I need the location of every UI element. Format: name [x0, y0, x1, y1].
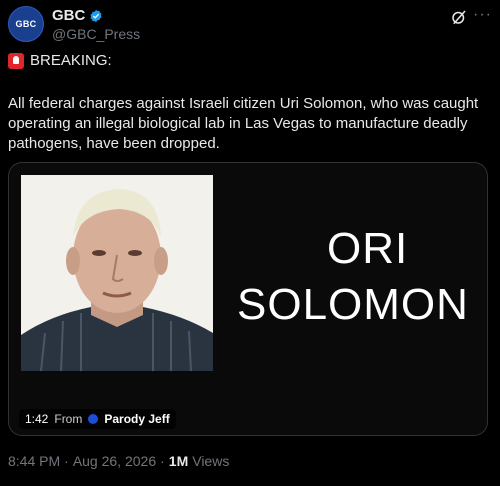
handle[interactable]: @GBC_Press: [52, 26, 140, 42]
views-label: Views: [192, 453, 230, 469]
portrait-image: [21, 175, 213, 371]
creator-name[interactable]: Parody Jeff: [104, 412, 169, 426]
meta-separator: ·: [64, 453, 69, 469]
verified-badge-icon: [90, 9, 102, 22]
avatar[interactable]: GBC: [8, 6, 44, 42]
meta-separator: ·: [160, 453, 165, 469]
video-media[interactable]: ORI SOLOMON 1:42 From Parody Jeff: [8, 162, 488, 436]
name-row: GBC: [52, 7, 103, 24]
siren-icon: [8, 52, 24, 69]
post-meta: 8:44 PM · Aug 26, 2026 · 1M Views: [8, 453, 229, 469]
breaking-line: BREAKING:: [8, 52, 112, 69]
grok-icon[interactable]: [450, 8, 468, 26]
post-time[interactable]: 8:44 PM: [8, 453, 60, 469]
creator-avatar-icon: [88, 414, 99, 424]
video-duration: 1:42: [25, 412, 49, 426]
display-name[interactable]: GBC: [52, 7, 85, 24]
headline: BREAKING:: [30, 52, 112, 69]
video-info-bar: 1:42 From Parody Jeff: [19, 409, 176, 429]
post-date[interactable]: Aug 26, 2026: [73, 453, 156, 469]
post-header: GBC GBC @GBC_Press ···: [8, 4, 492, 44]
overlay-line-1: ORI: [327, 224, 409, 273]
overlay-line-2: SOLOMON: [237, 280, 469, 329]
video-overlay-title: ORI SOLOMON: [237, 221, 487, 333]
from-label: From: [54, 412, 83, 426]
more-options-icon[interactable]: ···: [473, 6, 492, 24]
views-count: 1M: [168, 453, 189, 469]
person-photo: [21, 175, 213, 371]
post-text: All federal charges against Israeli citi…: [8, 95, 479, 152]
